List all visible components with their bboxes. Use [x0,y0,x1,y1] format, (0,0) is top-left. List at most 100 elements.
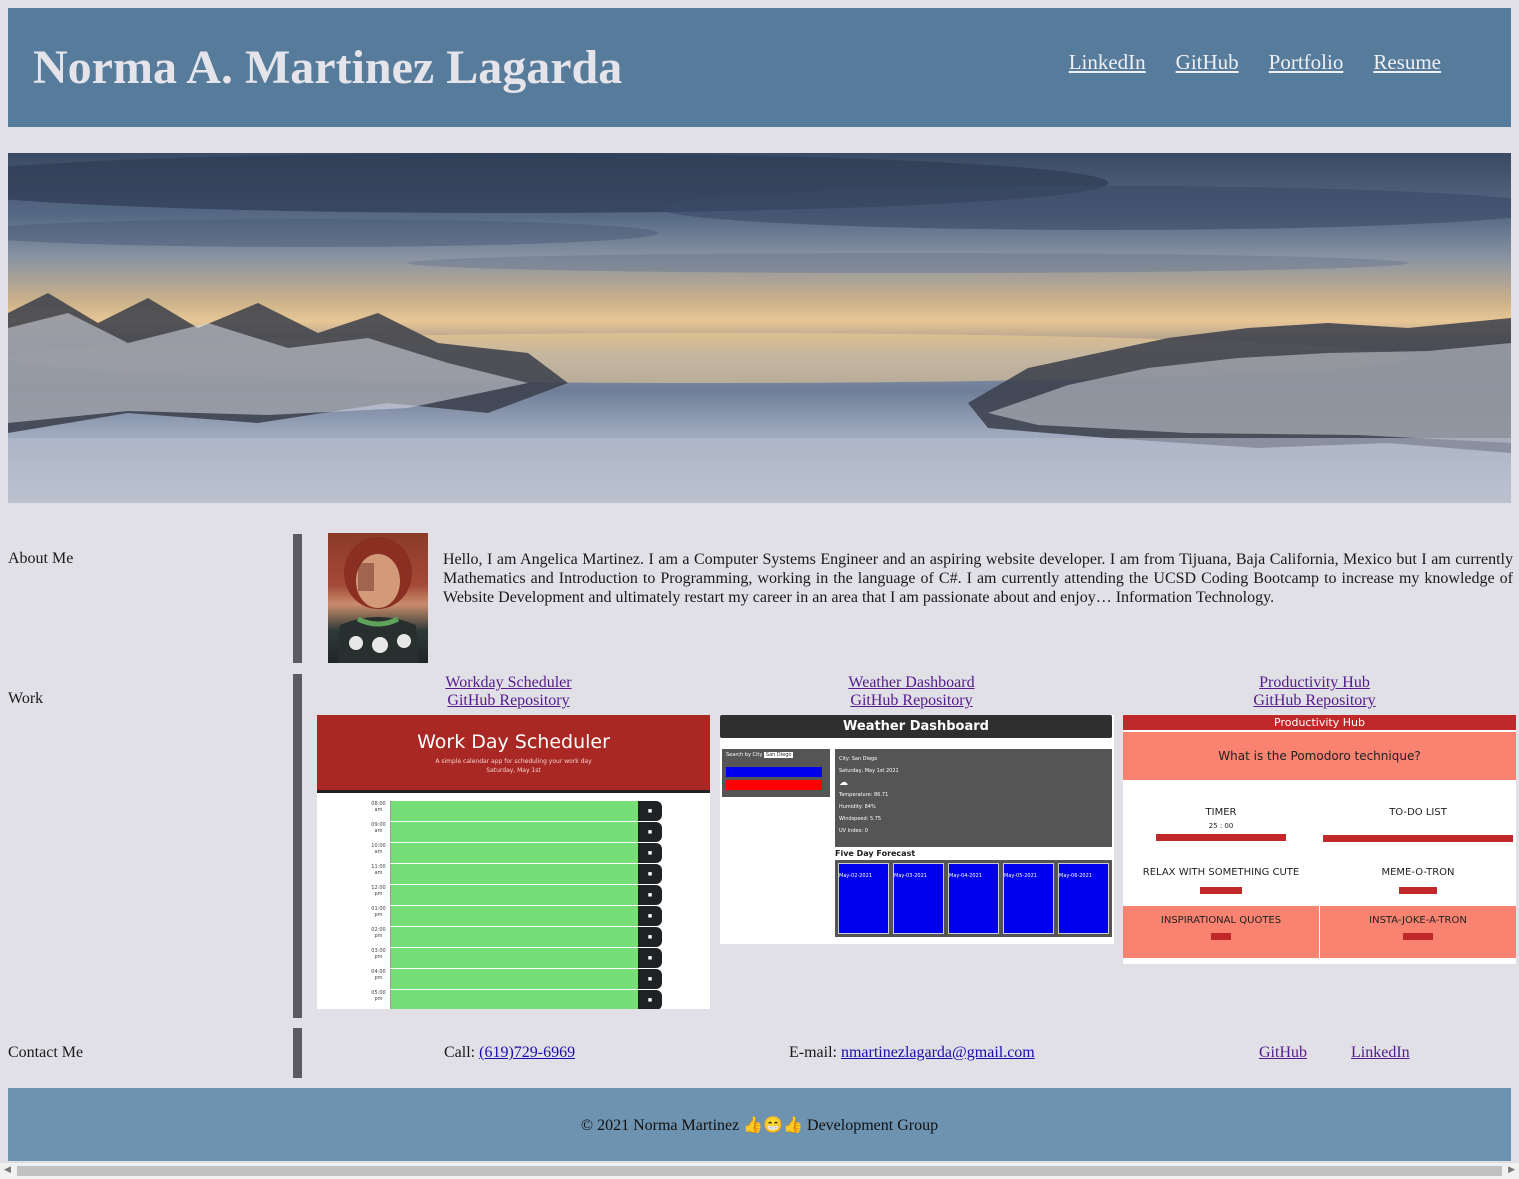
forecast-card: May-02-2021 [838,863,889,934]
cloud-icon: ☁ [839,778,848,788]
scheduler-row: 12:00 pm ■ [367,885,662,906]
quotes-title: INSPIRATIONAL QUOTES [1160,915,1282,926]
save-icon: ■ [638,969,662,989]
email-label: E-mail: [789,1044,841,1061]
about-label: About Me [8,550,74,567]
weather-dashboard-screenshot: Weather Dashboard Search by City San Die… [720,715,1114,944]
main-nav: LinkedIn GitHub Portfolio Resume [1069,50,1441,75]
forecast-date: May-03-2021 [894,873,927,879]
forecast-card: May-04-2021 [948,863,999,934]
about-text: Hello, I am Angelica Martinez. I am a Co… [443,551,1513,606]
scheduler-row: 04:00 pm ■ [367,969,662,990]
weather-banner: Weather Dashboard [720,715,1112,738]
forecast-date: May-06-2021 [1059,873,1092,879]
project-weather-link[interactable]: Weather Dashboard [715,674,1108,692]
contact-github-link[interactable]: GitHub [1259,1044,1307,1061]
save-icon: ■ [638,948,662,968]
scheduler-rows: 08:00 am ■ 09:00 am ■ 10:00 am ■ 11:00 am ■ … [367,801,662,1009]
scheduler-row: 09:00 am ■ [367,822,662,843]
forecast-card: May-05-2021 [1003,863,1054,934]
meme-title: MEME-O-TRON [1381,867,1455,878]
weather-clear-button [726,780,822,790]
workday-scheduler-screenshot: Work Day Scheduler A simple calendar app… [317,715,710,1009]
save-icon: ■ [638,864,662,884]
contact-github: GitHub [1259,1044,1307,1062]
timer-section: TIMER 25 : 00 [1123,807,1319,844]
email-link[interactable]: nmartinezlagarda@gmail.com [841,1044,1035,1061]
scheduler-date: Saturday, May 1st [486,767,541,774]
forecast-card: May-06-2021 [1058,863,1109,934]
hero-image [8,153,1511,503]
scheduler-banner: Work Day Scheduler A simple calendar app… [317,715,710,793]
contact-email: E-mail: nmartinezlagarda@gmail.com [789,1044,1035,1062]
nav-portfolio-link[interactable]: Portfolio [1269,50,1344,75]
scheduler-row: 02:00 pm ■ [367,927,662,948]
project-productivity-repo-link[interactable]: GitHub Repository [1118,692,1511,710]
scroll-left-icon[interactable]: ◀ [4,1165,11,1175]
scheduler-row: 11:00 am ■ [367,864,662,885]
weather-temp: Temperature: 86.71 [839,792,889,798]
todo-section: TO-DO LIST [1320,807,1516,845]
scheduler-row: 08:00 am ■ [367,801,662,822]
save-icon: ■ [638,822,662,842]
nav-resume-link[interactable]: Resume [1373,50,1441,75]
quotes-section: INSPIRATIONAL QUOTES [1123,915,1319,943]
project-workday: Workday Scheduler GitHub Repository [312,674,705,710]
save-icon: ■ [638,801,662,821]
phone-link[interactable]: (619)729-6969 [479,1044,575,1061]
profile-photo [328,533,428,663]
forecast-date: May-05-2021 [1004,873,1037,879]
hour-label: 08:00 am [367,801,391,821]
scroll-right-icon[interactable]: ▶ [1508,1165,1515,1175]
hour-label: 01:00 pm [367,906,391,926]
hour-label: 05:00 pm [367,990,391,1009]
joke-section: INSTA-JOKE-A-TRON [1320,915,1516,943]
project-workday-link[interactable]: Workday Scheduler [312,674,705,692]
hour-label: 04:00 pm [367,969,391,989]
timer-value: 25 : 00 [1208,822,1234,830]
contact-linkedin-link[interactable]: LinkedIn [1351,1044,1410,1061]
save-icon: ■ [638,843,662,863]
about-divider [293,534,302,663]
forecast-date: May-04-2021 [949,873,982,879]
scheduler-row: 03:00 pm ■ [367,948,662,969]
horizontal-scrollbar[interactable]: ◀ ▶ [0,1162,1519,1179]
forecast-date: May-02-2021 [839,873,872,879]
joke-button [1403,933,1433,940]
weather-humidity: Humidity: 84% [839,804,876,810]
save-icon: ■ [638,990,662,1009]
nav-linkedin-link[interactable]: LinkedIn [1069,50,1146,75]
timer-title: TIMER [1205,807,1237,818]
weather-current: City: San Diego Saturday, May 1st 2021 ☁… [835,749,1112,847]
call-label: Call: [444,1044,480,1061]
site-header: Norma A. Martinez Lagarda LinkedIn GitHu… [8,8,1511,127]
project-weather: Weather Dashboard GitHub Repository [715,674,1108,710]
joke-title: INSTA-JOKE-A-TRON [1369,915,1467,926]
save-icon: ■ [638,906,662,926]
hour-label: 11:00 am [367,864,391,884]
todo-button [1323,835,1513,842]
project-productivity-link[interactable]: Productivity Hub [1118,674,1511,692]
project-workday-repo-link[interactable]: GitHub Repository [312,692,705,710]
productivity-hub-screenshot: Productivity Hub What is the Pomodoro te… [1123,715,1516,964]
todo-title: TO-DO LIST [1389,807,1447,818]
contact-divider [293,1028,302,1078]
productivity-banner: Productivity Hub [1123,715,1516,730]
scheduler-subtitle: A simple calendar app for scheduling you… [317,757,710,775]
quotes-button [1211,933,1231,940]
project-weather-repo-link[interactable]: GitHub Repository [715,692,1108,710]
footer-text: © 2021 Norma Martinez 👍😁👍 Development Gr… [580,1117,939,1134]
contact-linkedin: LinkedIn [1351,1044,1410,1062]
scrollbar-thumb[interactable] [17,1166,1502,1176]
contact-label: Contact Me [8,1044,84,1061]
scheduler-row: 10:00 am ■ [367,843,662,864]
forecast-cards: May-02-2021 May-03-2021 May-04-2021 May-… [835,860,1112,937]
nav-github-link[interactable]: GitHub [1176,50,1239,75]
cute-button [1200,887,1242,894]
scheduler-row: 05:00 pm ■ [367,990,662,1009]
hour-label: 09:00 am [367,822,391,842]
hour-label: 12:00 pm [367,885,391,905]
hour-label: 03:00 pm [367,948,391,968]
scheduler-title: Work Day Scheduler [417,731,610,753]
save-icon: ■ [638,927,662,947]
